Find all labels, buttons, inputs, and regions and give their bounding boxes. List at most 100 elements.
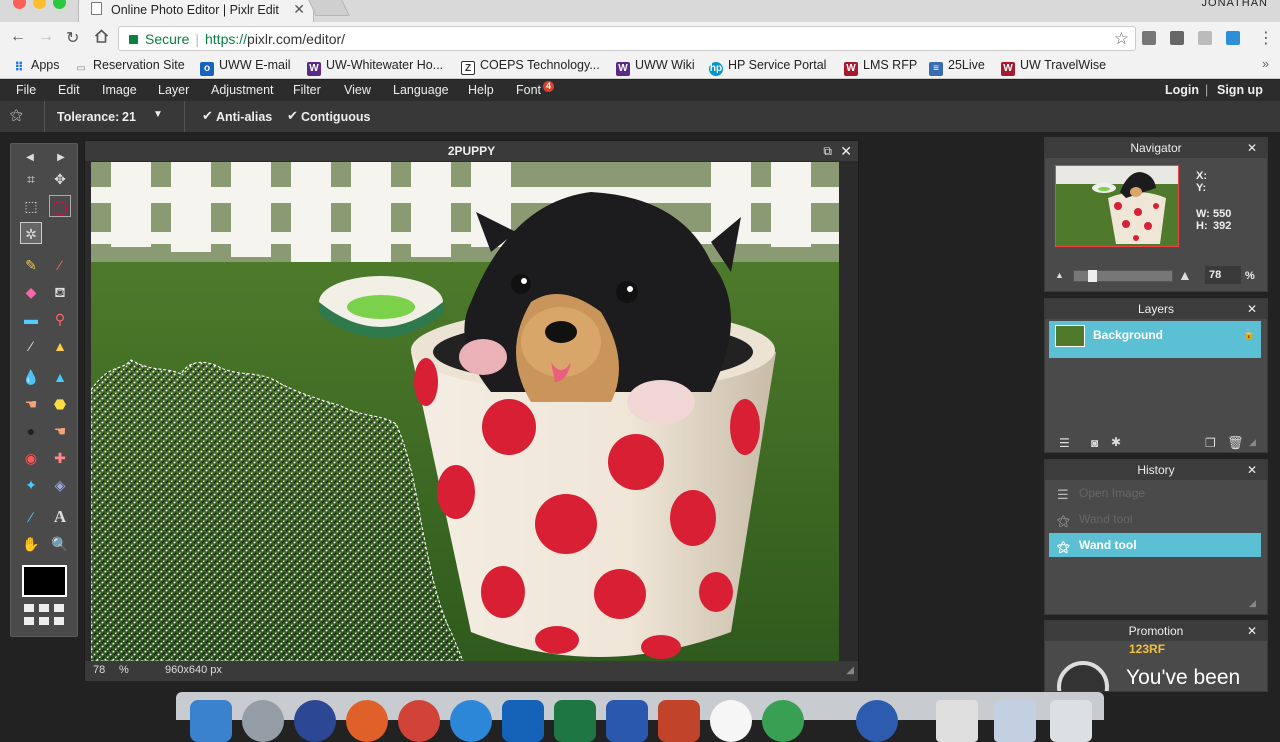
history-item[interactable]: ⚝ Wand tool [1049,507,1261,531]
profile-user-name[interactable]: JONATHAN [1202,0,1268,9]
restore-window-icon[interactable]: ⧉ [823,141,832,161]
menu-file[interactable]: File [16,83,36,97]
menu-image[interactable]: Image [102,83,137,97]
marquee-tool-icon[interactable]: ⬚ [20,195,42,217]
contiguous-checkbox[interactable]: ✔ [287,108,298,124]
history-item-active[interactable]: ⚝ Wand tool [1049,533,1261,557]
new-tab-button[interactable] [308,0,350,16]
navigator-zoom-input[interactable]: 78 [1205,266,1241,284]
image-canvas[interactable] [91,162,839,661]
dodge-tool-icon[interactable]: ☚ [49,420,71,442]
color-replace-tool-icon[interactable]: ⁄ [20,335,42,357]
promotion-brand[interactable]: 123RF [1129,642,1165,656]
menu-filter[interactable]: Filter [293,83,321,97]
red-eye-tool-icon[interactable]: ◉ [20,447,42,469]
maximize-window-icon[interactable] [53,0,66,9]
bookmark-uww-email[interactable]: o UWW E-mail [200,58,291,76]
more-bookmarks-icon[interactable]: » [1262,57,1269,71]
home-icon[interactable] [94,29,109,43]
smudge-tool-icon[interactable]: ☚ [20,393,42,415]
color-picker-tool-icon[interactable]: ⁄ [20,506,42,528]
menu-edit[interactable]: Edit [58,83,80,97]
minimize-window-icon[interactable] [33,0,46,9]
crop-tool-icon[interactable]: ⌗ [20,168,42,190]
zoom-in-mountain-icon[interactable]: ▲ [1178,267,1192,283]
chrome-icon[interactable] [398,700,440,742]
hand-tool-icon[interactable]: ✋ [20,533,42,555]
safari-icon[interactable] [450,700,492,742]
type-tool-icon[interactable]: A [49,506,71,528]
close-document-icon[interactable]: ✕ [840,141,852,161]
blur-tool-icon[interactable]: 💧 [20,366,42,388]
bookmark-lms-rfp[interactable]: W LMS RFP [844,58,917,76]
pinch-tool-icon[interactable]: ◈ [49,474,71,496]
word-icon[interactable] [606,700,648,742]
promotion-text[interactable]: You've been [1126,666,1240,690]
layer-styles-icon[interactable]: ✱ [1111,435,1121,449]
anti-alias-checkbox[interactable]: ✔ [202,108,213,124]
brush-tool-icon[interactable]: ⁄ [49,254,71,276]
extension-icon[interactable] [1226,31,1240,45]
foreground-color-swatch[interactable] [22,565,67,597]
sponge-tool-icon[interactable]: ⬣ [49,393,71,415]
powerpoint-icon[interactable] [658,700,700,742]
clone-stamp-tool-icon[interactable]: ⚲ [49,308,71,330]
navigator-thumbnail[interactable] [1055,165,1179,247]
excel-icon[interactable] [554,700,596,742]
pencil-tool-icon[interactable]: ✎ [20,254,42,276]
bookmark-reservation-site[interactable]: ▭ Reservation Site [74,58,184,76]
bookmark-hp-service-portal[interactable]: hp HP Service Portal [709,58,826,76]
close-window-icon[interactable] [13,0,26,9]
bookmark-star-icon[interactable]: ☆ [1114,29,1129,49]
layer-lock-icon[interactable]: 🔒 [1243,329,1255,340]
close-panel-icon[interactable]: ✕ [1247,460,1257,480]
expand-right-arrow-icon[interactable]: ▶ [50,147,72,169]
zoom-out-mountain-icon[interactable]: ▲ [1055,270,1064,280]
zoom-slider[interactable] [1073,270,1173,282]
layer-settings-icon[interactable]: ☰ [1059,436,1070,450]
layer-mask-icon[interactable]: ◙ [1091,436,1098,450]
bookmark-coeps-technology[interactable]: Z COEPS Technology... [461,58,600,75]
sharpen-tool-icon[interactable]: ▲ [49,366,71,388]
tool-grid-toggle-icon[interactable] [22,602,67,628]
bookmark-uw-travelwise[interactable]: W UW TravelWise [1001,58,1106,76]
bloat-tool-icon[interactable]: ✦ [20,474,42,496]
zoom-tool-icon[interactable]: 🔍 [49,533,71,555]
spot-heal-tool-icon[interactable]: ✚ [49,447,71,469]
outlook-app-icon[interactable] [502,700,544,742]
extension-icon[interactable] [1142,31,1156,45]
extension-icon[interactable] [1198,31,1212,45]
zoom-value[interactable]: 78 [93,664,105,676]
resize-grip-icon[interactable]: ◢ [1249,598,1256,609]
close-panel-icon[interactable]: ✕ [1247,299,1257,319]
extension-icon[interactable] [1170,31,1184,45]
bookmark-apps[interactable]: ⠿ Apps [12,58,59,74]
menu-view[interactable]: View [344,83,371,97]
paint-bucket-tool-icon[interactable]: ⛾ [49,281,71,303]
menu-font[interactable]: Font [516,83,541,97]
bookmark-25live[interactable]: ≡ 25Live [929,58,985,76]
lasso-tool-icon[interactable]: ◯ [49,195,71,217]
downloads-folder-icon[interactable] [994,700,1036,742]
tolerance-dropdown-icon[interactable]: ▼ [153,109,163,120]
firefox-icon[interactable] [346,700,388,742]
reload-icon[interactable]: ↻ [66,28,79,48]
bookmark-uw-whitewater[interactable]: W UW-Whitewater Ho... [307,58,443,76]
address-bar[interactable]: Secure | https://pixlr.com/editor/ ☆ [118,26,1136,51]
login-link[interactable]: Login [1165,83,1199,97]
dock-app-icon[interactable] [856,700,898,742]
eraser-tool-icon[interactable]: ◆ [20,281,42,303]
history-item[interactable]: ☰ Open Image [1049,481,1261,505]
dock-app-icon[interactable] [762,700,804,742]
drawing-tool-icon[interactable]: ▲ [49,335,71,357]
back-arrow-icon[interactable]: ← [10,28,26,46]
chrome-menu-icon[interactable]: ⋮ [1258,28,1274,48]
dock-app-icon[interactable] [710,700,752,742]
resize-grip-icon[interactable]: ◢ [846,665,854,676]
burn-tool-icon[interactable]: ● [20,420,42,442]
magic-wand-tool-icon[interactable]: ✲ [20,222,42,244]
finder-icon[interactable] [190,700,232,742]
close-tab-icon[interactable]: ✕ [293,1,305,18]
new-layer-icon[interactable]: ❐ [1205,436,1216,450]
tolerance-input[interactable]: 21 [122,110,144,124]
